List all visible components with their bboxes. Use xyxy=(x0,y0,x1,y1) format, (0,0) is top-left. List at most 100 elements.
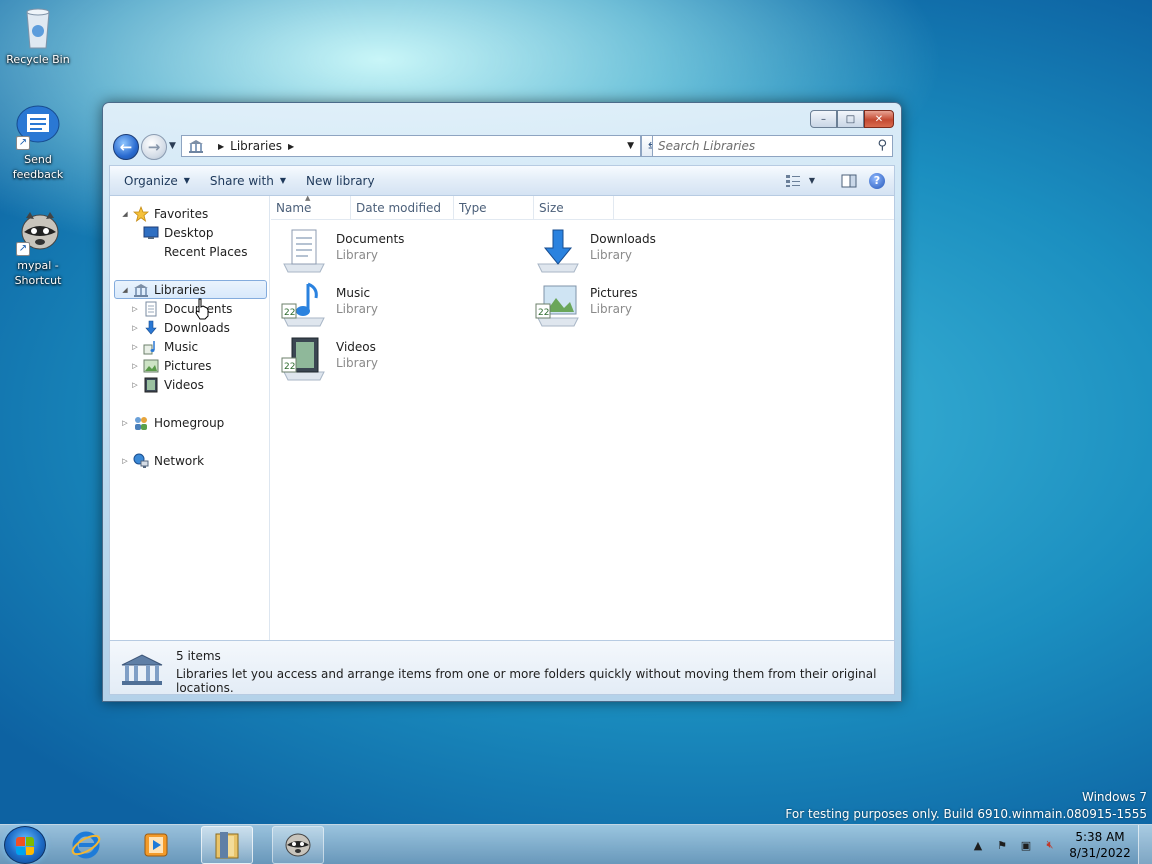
shortcut-arrow-icon: ↗ xyxy=(16,136,30,150)
search-input[interactable]: Search Libraries ⚲ xyxy=(652,135,893,157)
pictures-icon xyxy=(143,358,159,374)
collapse-arrow-icon[interactable]: ◢ xyxy=(120,286,130,294)
recycle-bin-icon xyxy=(14,4,62,50)
library-item-documents[interactable]: Documents Library xyxy=(280,226,530,274)
show-hidden-icons-icon[interactable]: ▲ xyxy=(970,837,986,853)
nav-label: Music xyxy=(164,339,199,354)
details-pane: 5 items Libraries let you access and arr… xyxy=(109,641,895,695)
new-library-label: New library xyxy=(305,173,375,188)
help-button[interactable]: ? xyxy=(866,170,888,192)
show-desktop-button[interactable] xyxy=(1138,825,1152,864)
view-icon xyxy=(785,174,800,187)
system-tray: ▲ ⚑ ▣ 🔇︎ 5:38 AM 8/31/2022 xyxy=(966,825,1152,864)
desktop-icon-label: Recycle Bin xyxy=(6,53,70,66)
column-size[interactable]: Size xyxy=(534,196,614,219)
help-icon: ? xyxy=(869,172,885,189)
nav-label: Recent Places xyxy=(164,244,248,259)
recent-pages-dropdown[interactable]: ▼ xyxy=(169,141,176,151)
desktop-icon xyxy=(143,225,159,241)
start-button[interactable] xyxy=(4,826,46,864)
nav-library-pictures[interactable]: ▷ Pictures xyxy=(130,356,212,375)
nav-library-videos[interactable]: ▷ Videos xyxy=(130,375,204,394)
search-icon[interactable]: ⚲ xyxy=(877,138,887,153)
item-type: Library xyxy=(590,302,632,316)
breadcrumb-libraries[interactable]: Libraries xyxy=(230,139,282,153)
nav-network[interactable]: ▷ Network xyxy=(120,451,204,470)
item-type: Library xyxy=(336,356,378,370)
nav-label: Pictures xyxy=(164,358,212,373)
sort-arrow-icon: ▲ xyxy=(305,194,311,202)
clock[interactable]: 5:38 AM 8/31/2022 xyxy=(1062,829,1138,861)
taskbar-media-player[interactable] xyxy=(130,826,182,864)
column-label: Type xyxy=(459,200,487,215)
breadcrumb-separator-icon[interactable]: ▶ xyxy=(288,142,294,151)
nav-library-downloads[interactable]: ▷ Downloads xyxy=(130,318,230,337)
nav-desktop[interactable]: Desktop xyxy=(143,223,214,242)
desktop-icon-mypal[interactable]: ↗ mypal - Shortcut xyxy=(0,210,76,288)
back-button[interactable]: ← xyxy=(113,134,139,160)
nav-favorites[interactable]: ◢ Favorites xyxy=(120,204,208,223)
library-item-music[interactable]: 22 Music Library xyxy=(280,280,530,328)
nav-recent-places[interactable]: Recent Places xyxy=(143,242,247,261)
library-item-downloads[interactable]: Downloads Library xyxy=(534,226,784,274)
nav-label: Videos xyxy=(164,377,204,392)
expand-arrow-icon[interactable]: ▷ xyxy=(130,324,140,332)
chevron-down-icon: ▼ xyxy=(183,176,190,185)
share-with-button[interactable]: Share with ▼ xyxy=(200,166,296,195)
minimize-button[interactable]: – xyxy=(810,110,837,128)
library-item-videos[interactable]: 22 Videos Library xyxy=(280,334,530,382)
expand-arrow-icon[interactable]: ▷ xyxy=(130,305,140,313)
breadcrumb-separator-icon[interactable]: ▶ xyxy=(218,142,224,151)
column-headers: ▲ Name Date modified Type Size xyxy=(271,194,894,220)
taskbar-windows-explorer[interactable] xyxy=(201,826,253,864)
navigation-bar: ← → ▼ ▶ Libraries ▶ ▼ ⇆ Search Libraries… xyxy=(111,133,893,161)
taskbar-internet-explorer[interactable] xyxy=(60,826,112,864)
nav-label: Network xyxy=(154,453,205,468)
item-type: Library xyxy=(336,302,378,316)
clock-time: 5:38 AM xyxy=(1075,830,1125,844)
organize-label: Organize xyxy=(124,173,178,188)
chevron-down-icon: ▼ xyxy=(279,176,286,185)
content-area: ◢ Favorites Desktop Recent Places ◢ Libr… xyxy=(109,194,895,641)
column-date-modified[interactable]: Date modified xyxy=(351,196,454,219)
library-item-pictures[interactable]: 22 Pictures Library xyxy=(534,280,784,328)
change-view-button[interactable]: ▼ xyxy=(780,170,820,192)
expand-arrow-icon[interactable]: ▷ xyxy=(120,457,130,465)
column-label: Name xyxy=(276,200,312,215)
action-center-icon[interactable]: ⚑ xyxy=(994,837,1010,853)
nav-homegroup[interactable]: ▷ Homegroup xyxy=(120,413,224,432)
build-watermark: Windows 7 For testing purposes only. Bui… xyxy=(785,789,1147,823)
network-status-icon[interactable]: ▣ xyxy=(1018,837,1034,853)
expand-arrow-icon[interactable]: ▷ xyxy=(120,419,130,427)
share-with-label: Share with xyxy=(209,173,274,188)
address-dropdown-icon[interactable]: ▼ xyxy=(627,141,634,151)
nav-library-documents[interactable]: ▷ Documents xyxy=(130,299,232,318)
expand-arrow-icon[interactable]: ▷ xyxy=(130,343,140,351)
desktop-icon-recycle-bin[interactable]: Recycle Bin xyxy=(0,4,76,67)
column-type[interactable]: Type xyxy=(454,196,534,219)
maximize-button[interactable]: □ xyxy=(837,110,864,128)
taskbar-mypal[interactable] xyxy=(272,826,324,864)
close-button[interactable]: ✕ xyxy=(864,110,894,128)
collapse-arrow-icon[interactable]: ◢ xyxy=(120,210,130,218)
network-icon xyxy=(133,453,149,469)
search-placeholder: Search Libraries xyxy=(658,139,756,153)
preview-pane-button[interactable] xyxy=(838,170,860,192)
nav-library-music[interactable]: ▷ Music xyxy=(130,337,198,356)
nav-label: Libraries xyxy=(154,282,206,297)
item-type: Library xyxy=(336,248,378,262)
forward-button[interactable]: → xyxy=(141,134,167,160)
organize-button[interactable]: Organize ▼ xyxy=(110,166,200,195)
arrow-right-icon: → xyxy=(147,138,161,156)
address-bar[interactable]: ▶ Libraries ▶ ▼ xyxy=(181,135,641,157)
caption-buttons: – □ ✕ xyxy=(810,110,894,128)
new-library-button[interactable]: New library xyxy=(296,166,385,195)
mypal-icon xyxy=(285,833,311,857)
desktop-icon-send-feedback[interactable]: ↗ Send feedback xyxy=(0,104,76,182)
expand-arrow-icon[interactable]: ▷ xyxy=(130,381,140,389)
column-name[interactable]: ▲ Name xyxy=(271,194,351,219)
shortcut-arrow-icon: ↗ xyxy=(16,242,30,256)
expand-arrow-icon[interactable]: ▷ xyxy=(130,362,140,370)
volume-muted-icon[interactable]: 🔇︎ xyxy=(1042,837,1058,853)
nav-libraries[interactable]: ◢ Libraries xyxy=(114,280,267,299)
